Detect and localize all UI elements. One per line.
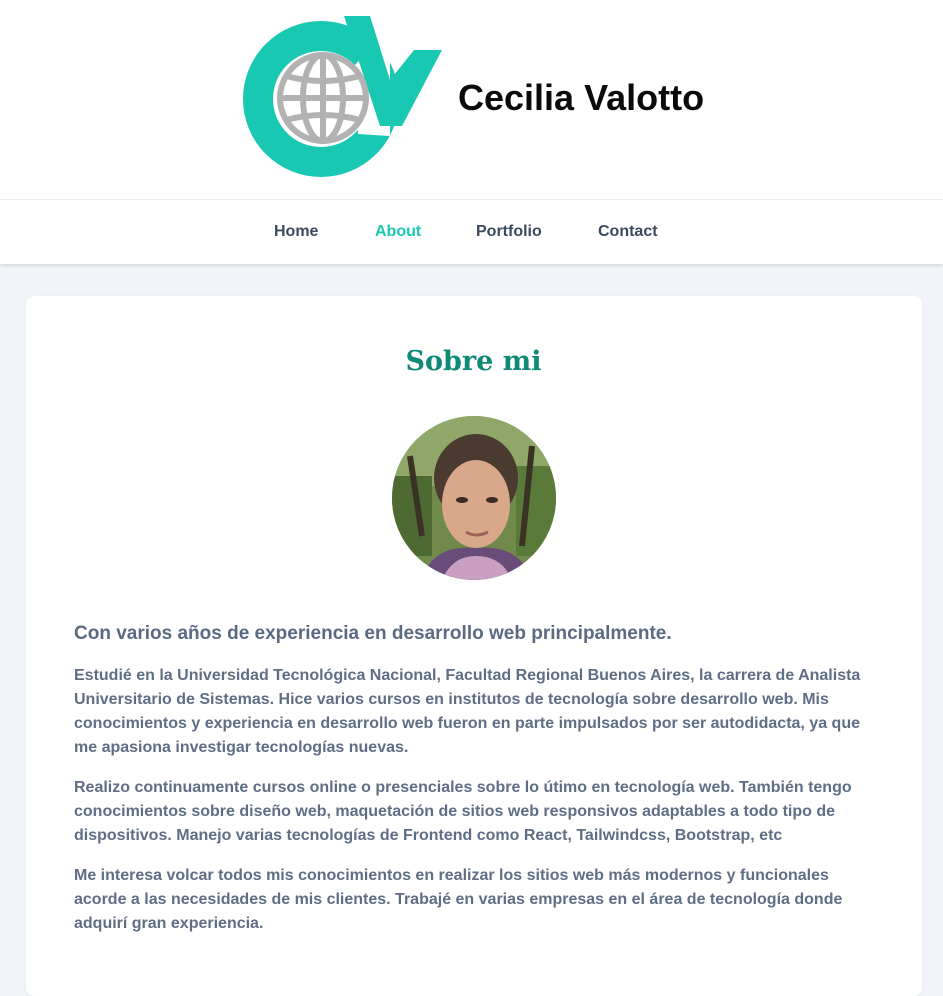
about-paragraph-2: Realizo continuamente cursos online o pr… (74, 779, 852, 844)
avatar (392, 416, 556, 580)
site-header: Cecilia Valotto (0, 0, 943, 199)
nav-contact[interactable]: Contact (598, 222, 658, 242)
nav-home[interactable]: Home (274, 222, 318, 242)
cv-globe-logo-icon[interactable] (240, 16, 444, 182)
nav-portfolio[interactable]: Portfolio (476, 222, 542, 242)
about-paragraph-3: Me interesa volcar todos mis conocimient… (74, 867, 843, 932)
main-nav: Home About Portfolio Contact (0, 199, 943, 264)
page-title: Sobre mi (405, 346, 542, 377)
about-paragraph-1: Estudié en la Universidad Tecnológica Na… (74, 667, 861, 756)
site-name: Cecilia Valotto (458, 77, 705, 118)
nav-about[interactable]: About (375, 222, 421, 242)
about-lead: Con varios años de experiencia en desarr… (74, 623, 672, 644)
